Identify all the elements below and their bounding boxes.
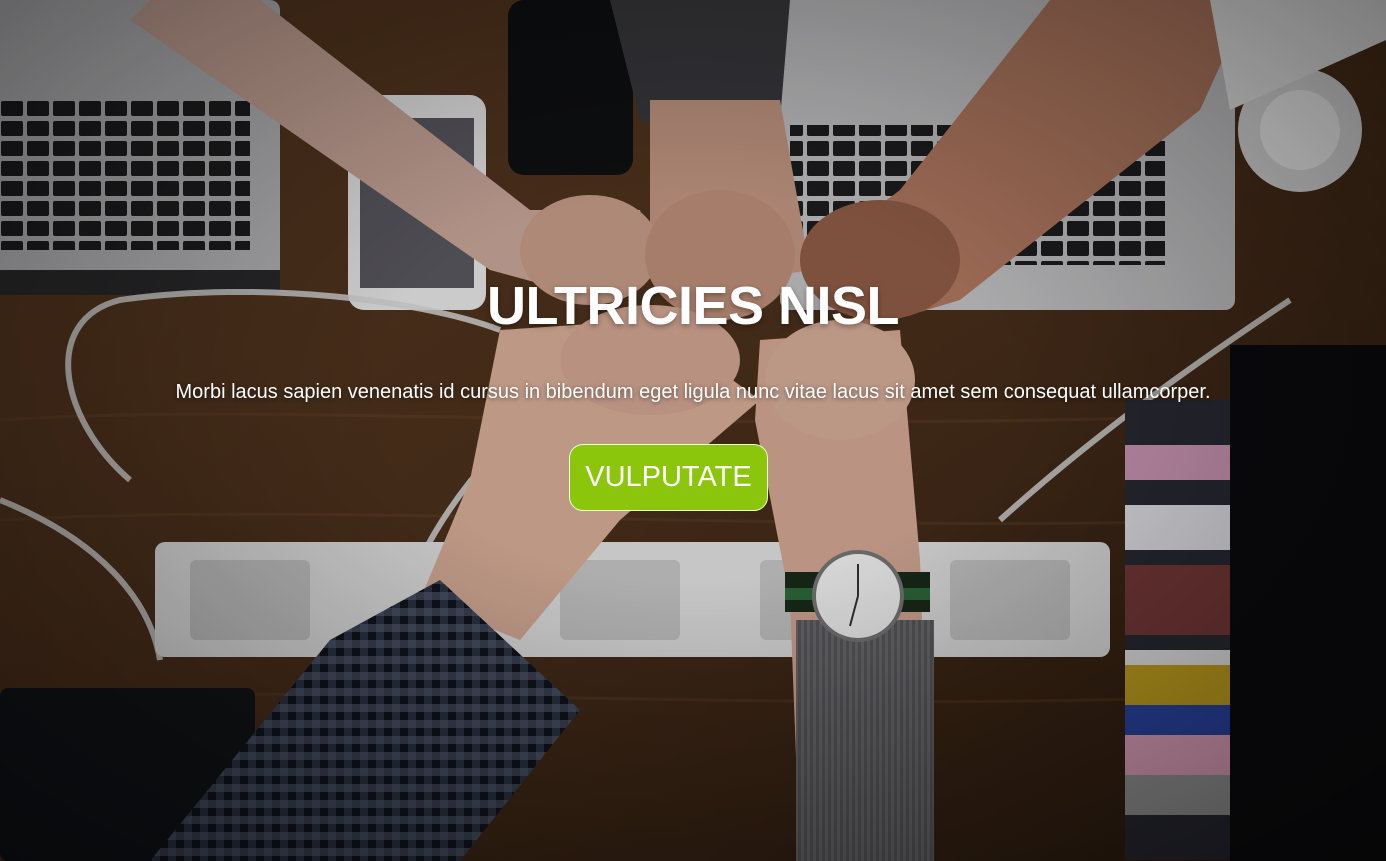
hero-title: ULTRICIES NISL (486, 276, 900, 336)
hero-content: ULTRICIES NISL Morbi lacus sapien venena… (0, 0, 1386, 861)
hero-subtitle: Morbi lacus sapien venenatis id cursus i… (175, 381, 1211, 403)
cta-button[interactable]: VULPUTATE (569, 444, 768, 511)
hero-section: ULTRICIES NISL Morbi lacus sapien venena… (0, 0, 1386, 861)
